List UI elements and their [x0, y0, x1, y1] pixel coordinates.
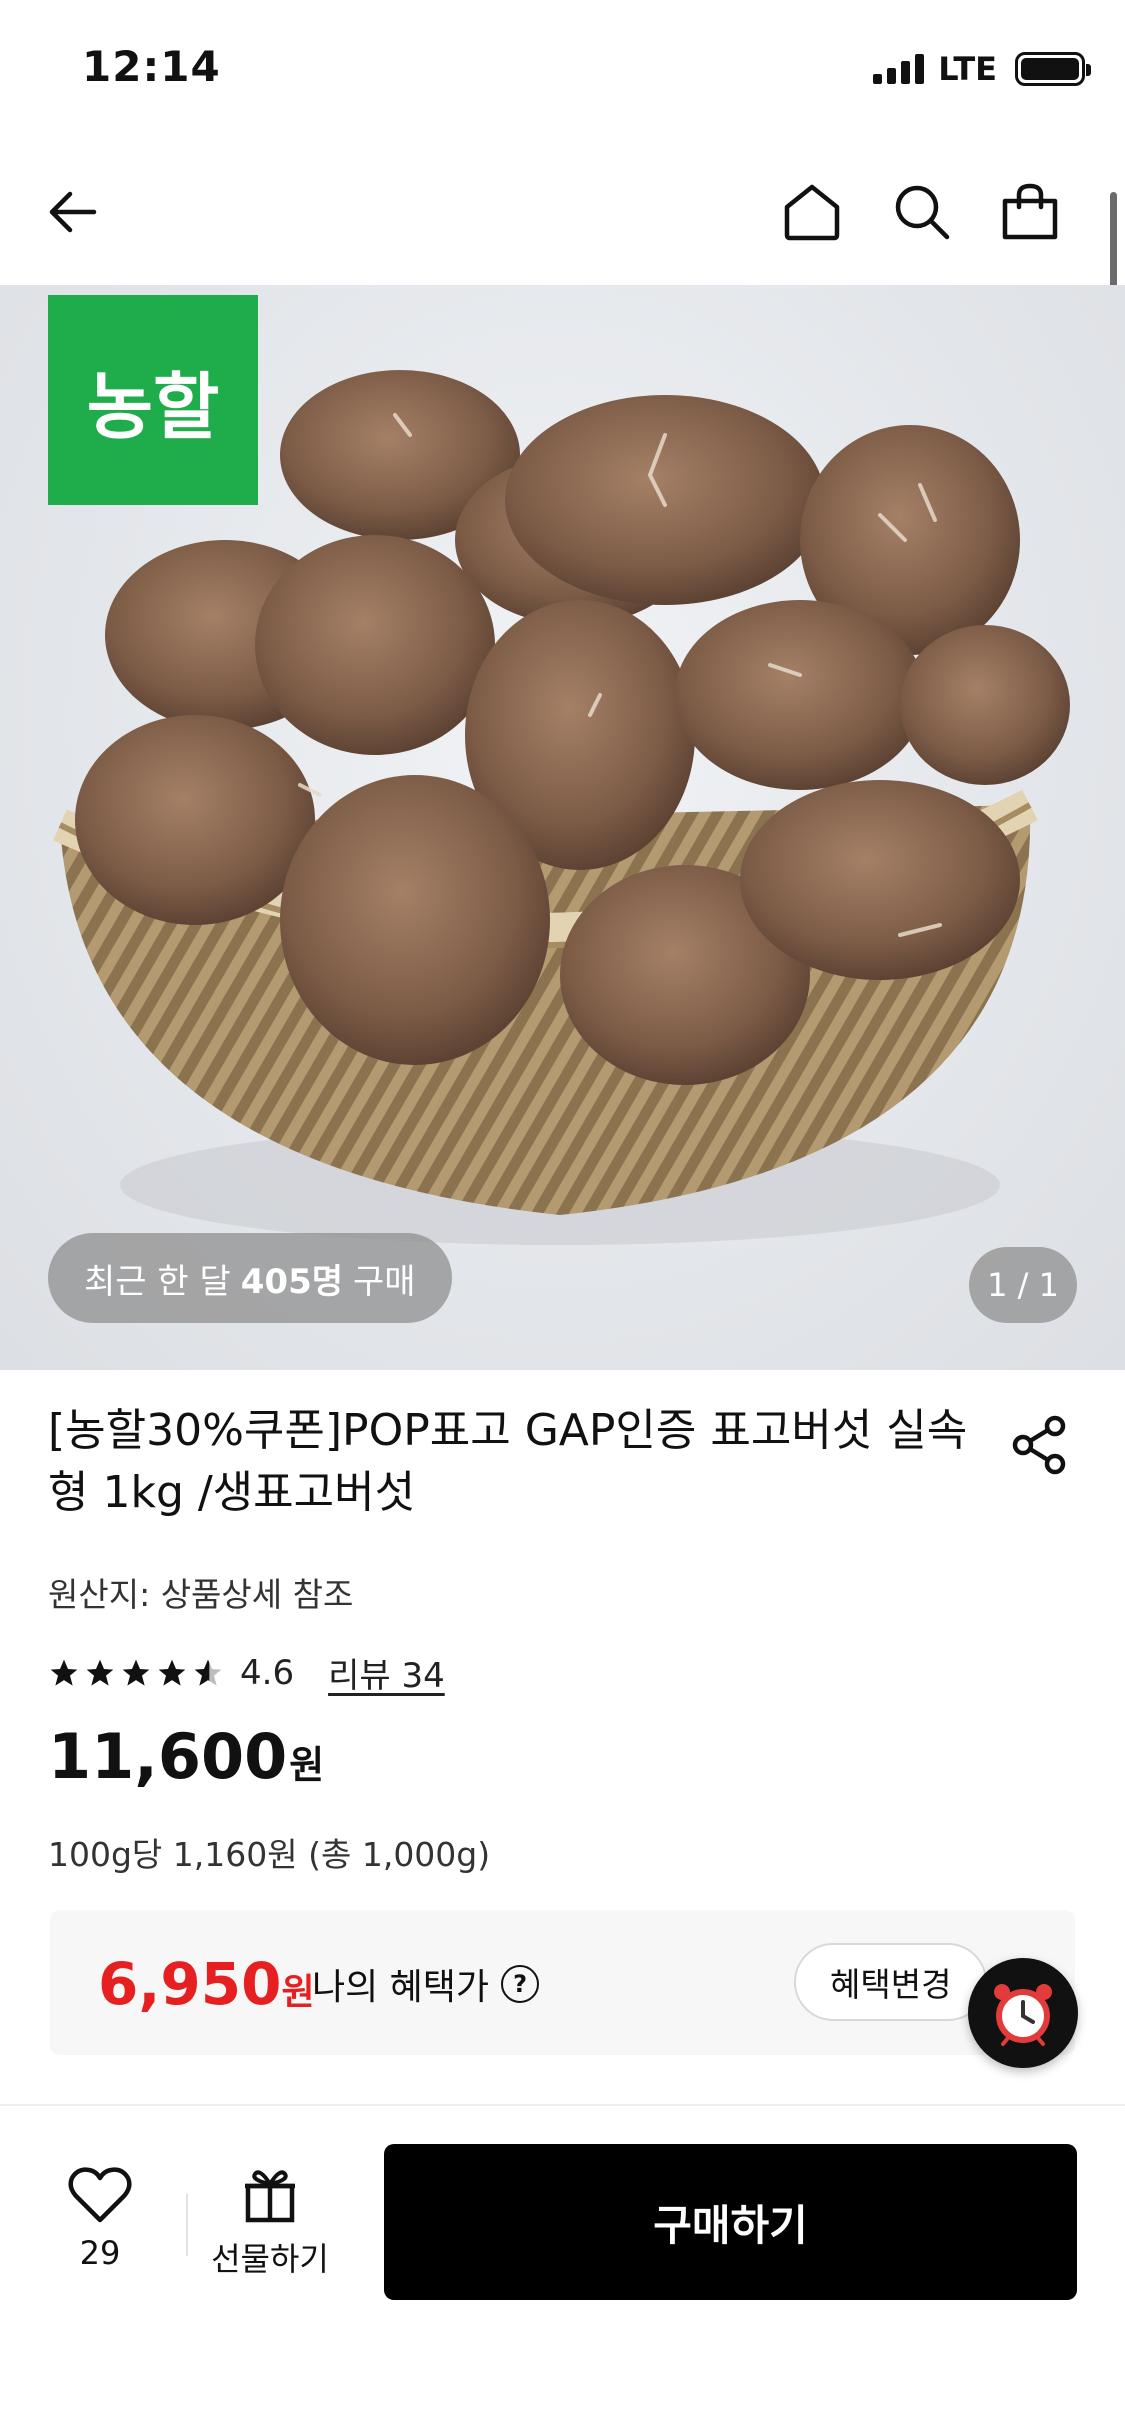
star-icon: [50, 1659, 78, 1686]
product-price: 11,600원: [48, 1720, 324, 1793]
cart-button[interactable]: [990, 172, 1070, 252]
help-icon[interactable]: ?: [501, 1965, 540, 2003]
search-button[interactable]: [882, 172, 962, 252]
battery-icon: [1015, 52, 1091, 86]
share-button[interactable]: [1005, 1410, 1075, 1480]
shopping-bag-icon: [1002, 183, 1058, 240]
heart-icon: [68, 2167, 132, 2223]
price-currency: 원: [289, 1743, 325, 1787]
search-icon: [895, 185, 950, 240]
buy-button[interactable]: 구매하기: [384, 2144, 1077, 2300]
signal-icon: [873, 54, 925, 84]
logo-text: 농할: [86, 364, 220, 449]
bottom-action-bar: 29 선물하기 구매하기: [0, 2106, 1125, 2436]
network-type: LTE: [938, 50, 997, 88]
benefit-amount: 6,950: [98, 1950, 282, 2018]
share-icon: [1012, 1415, 1066, 1475]
rating-row: 4.6 리뷰 34: [48, 1648, 445, 1697]
product-image[interactable]: 농할 최근 한 달 405명 구매 1 / 1: [0, 285, 1125, 1370]
home-button[interactable]: [772, 172, 852, 252]
back-arrow-icon: [49, 191, 97, 233]
alarm-clock-button[interactable]: [968, 1958, 1078, 2068]
gift-button[interactable]: 선물하기: [210, 2166, 330, 2280]
benefit-label: 나의 혜택가 ?: [312, 1958, 540, 2010]
review-link[interactable]: 리뷰 34: [328, 1648, 445, 1697]
like-button[interactable]: 29: [60, 2166, 140, 2272]
half-star-icon: [194, 1659, 222, 1686]
unit-price: 100g당 1,160원 (총 1,000g): [48, 1835, 491, 1874]
benefit-change-button[interactable]: 혜택변경: [794, 1943, 988, 2021]
alarm-clock-icon: [994, 1984, 1052, 2046]
star-icon: [122, 1659, 150, 1686]
purchase-count: 405명: [240, 1261, 344, 1302]
benefit-change-label: 혜택변경: [830, 1965, 952, 2004]
back-button[interactable]: [32, 172, 112, 252]
home-icon: [784, 184, 840, 241]
top-nav-bar: [0, 150, 1125, 280]
status-indicators: LTE: [873, 50, 1091, 88]
nonghal-logo: 농할: [48, 295, 258, 505]
price-amount: 11,600: [48, 1720, 288, 1793]
product-title: [농할30%쿠폰]POP표고 GAP인증 표고버섯 실속형 1kg /생표고버섯: [48, 1405, 968, 1518]
recent-purchase-badge: 최근 한 달 405명 구매: [48, 1233, 452, 1323]
status-time: 12:14: [82, 42, 221, 91]
benefit-price-box: 6,950원 나의 혜택가 ? 혜택변경: [50, 1910, 1075, 2055]
rating-stars: [48, 1657, 224, 1689]
star-icon: [158, 1659, 186, 1686]
gift-icon: [245, 2170, 295, 2223]
origin-info: 원산지: 상품상세 참조: [48, 1575, 354, 1614]
benefit-price: 6,950원: [98, 1950, 315, 2018]
image-page-indicator: 1 / 1: [969, 1247, 1077, 1323]
divider: [186, 2194, 188, 2256]
rating-value: 4.6: [240, 1652, 295, 1693]
star-icon: [86, 1659, 114, 1686]
status-bar: 12:14 LTE: [0, 0, 1125, 140]
benefit-currency: 원: [281, 1972, 315, 2013]
like-count: 29: [79, 2234, 121, 2272]
gift-label: 선물하기: [211, 2240, 329, 2278]
